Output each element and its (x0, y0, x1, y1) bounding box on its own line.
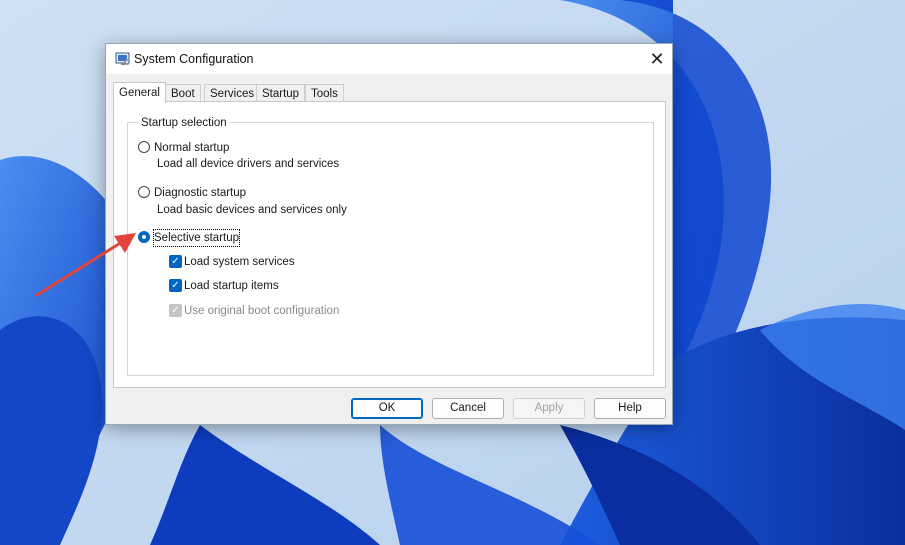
use-original-boot-config-checkbox: ✓ (169, 304, 182, 317)
diagnostic-startup-radio[interactable] (138, 186, 150, 198)
diagnostic-startup-label[interactable]: Diagnostic startup (154, 185, 246, 201)
tab-general[interactable]: General (113, 82, 166, 103)
use-original-boot-config-label: Use original boot configuration (184, 305, 340, 317)
title-bar[interactable]: System Configuration ✕ (106, 44, 672, 74)
load-startup-items-label[interactable]: Load startup items (184, 278, 279, 294)
cancel-button[interactable]: Cancel (432, 398, 504, 419)
selective-startup-label[interactable]: Selective startup (152, 229, 241, 247)
load-system-services-checkbox[interactable]: ✓ (169, 255, 182, 268)
normal-startup-radio[interactable] (138, 141, 150, 153)
close-icon: ✕ (649, 49, 665, 69)
tab-startup[interactable]: Startup (256, 84, 306, 102)
startup-selection-label: Startup selection (138, 117, 230, 129)
normal-startup-label[interactable]: Normal startup (154, 140, 229, 156)
load-system-services-label[interactable]: Load system services (184, 254, 295, 270)
diagnostic-startup-description: Load basic devices and services only (157, 204, 347, 216)
annotation-arrow (35, 233, 136, 297)
window-title: System Configuration (134, 52, 254, 66)
msconfig-icon (115, 52, 130, 65)
ok-button[interactable]: OK (351, 398, 423, 419)
normal-startup-description: Load all device drivers and services (157, 158, 340, 170)
close-button[interactable]: ✕ (642, 44, 672, 74)
apply-button: Apply (513, 398, 585, 419)
load-startup-items-checkbox[interactable]: ✓ (169, 279, 182, 292)
help-button[interactable]: Help (594, 398, 666, 419)
tab-services[interactable]: Services (204, 84, 261, 102)
general-tab-panel: Startup selection Normal startup Load al… (113, 101, 666, 388)
tab-tools[interactable]: Tools (305, 84, 344, 102)
system-configuration-dialog: System Configuration ✕ General Boot Serv… (105, 43, 673, 425)
tab-boot[interactable]: Boot (165, 84, 201, 102)
